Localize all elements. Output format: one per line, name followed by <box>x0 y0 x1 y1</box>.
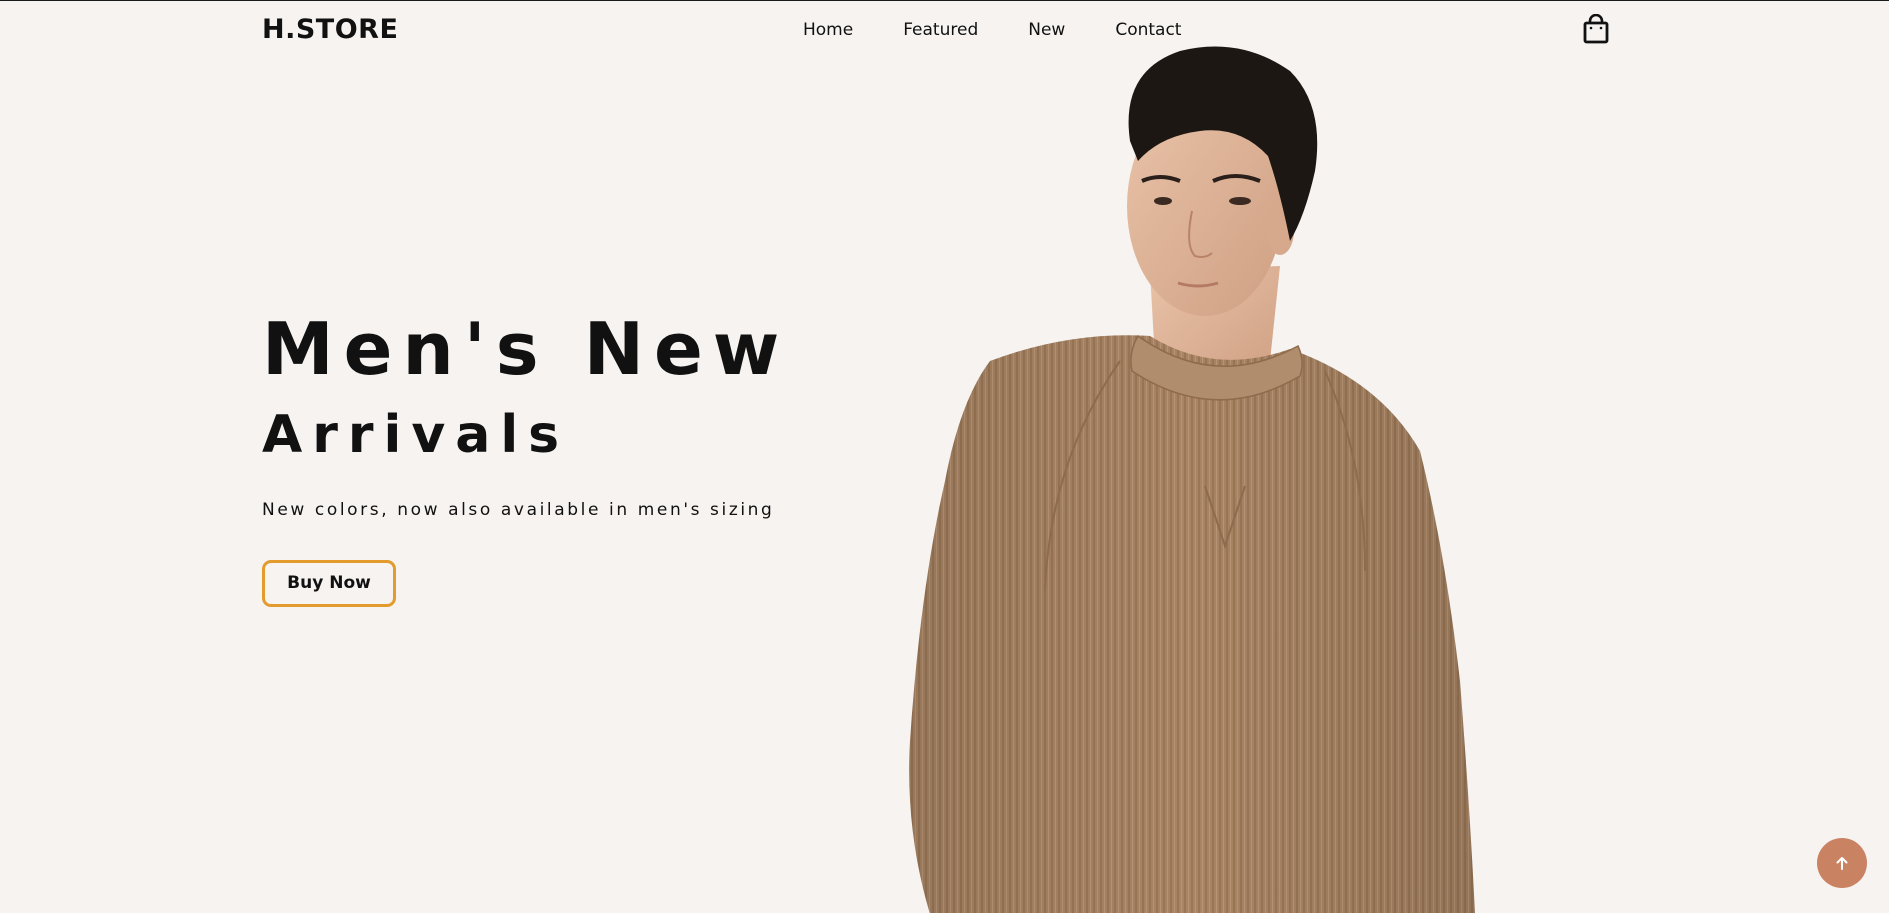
buy-now-button[interactable]: Buy Now <box>262 560 396 607</box>
hero-text: Men's New Arrivals New colors, now also … <box>262 306 789 607</box>
hero-title-line1: Men's New <box>262 307 790 391</box>
hero-title-line2: Arrivals <box>262 405 570 465</box>
site-header: H.STORE Home Featured New Contact <box>0 1 1889 59</box>
nav-featured[interactable]: Featured <box>903 20 978 40</box>
nav-home[interactable]: Home <box>803 20 853 40</box>
logo[interactable]: H.STORE <box>262 14 398 45</box>
hero-model-image <box>820 31 1500 913</box>
nav-new[interactable]: New <box>1028 20 1065 40</box>
shopping-bag-icon[interactable] <box>1582 13 1610 44</box>
nav-contact[interactable]: Contact <box>1115 20 1181 40</box>
page: H.STORE Home Featured New Contact Men's … <box>0 0 1889 913</box>
hero-subtitle: New colors, now also available in men's … <box>262 500 775 520</box>
scroll-to-top-button[interactable] <box>1817 838 1867 888</box>
main-nav: Home Featured New Contact <box>803 20 1181 40</box>
arrow-up-icon <box>1836 857 1848 870</box>
